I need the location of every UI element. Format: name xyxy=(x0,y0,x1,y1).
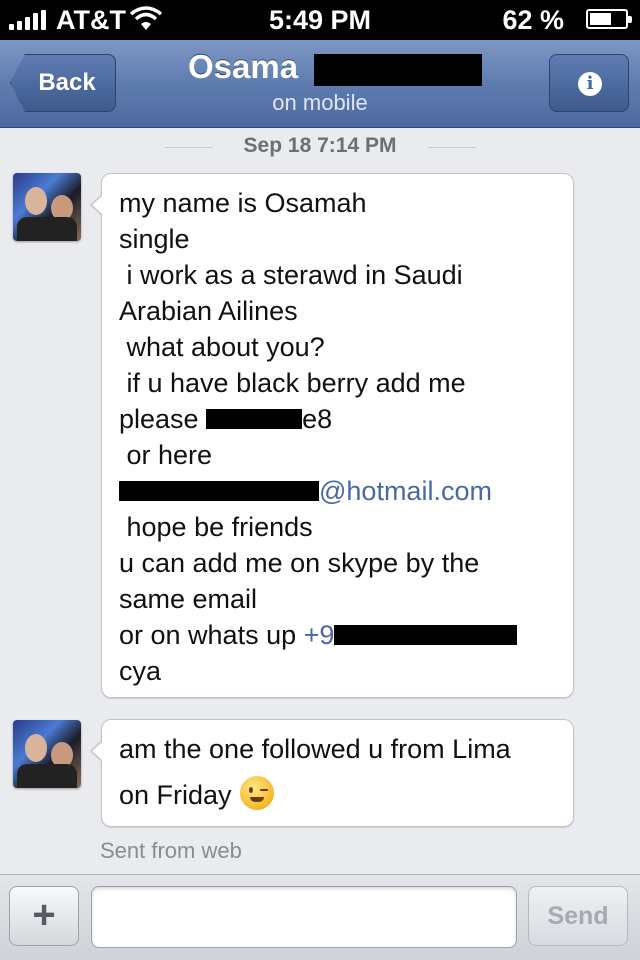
attach-button[interactable]: + xyxy=(9,886,79,946)
redaction-bar xyxy=(314,54,482,86)
message-text: e8 xyxy=(302,404,333,434)
status-bar: AT&T 5:49 PM 62 % xyxy=(0,0,640,40)
contact-name: Osama xyxy=(188,48,299,85)
message-line: on Friday xyxy=(119,776,274,811)
message-text: or on whats up xyxy=(119,620,304,650)
navigation-bar: Back Osama on mobile i xyxy=(0,40,640,128)
message-line: am the one followed u from Lima xyxy=(119,734,511,764)
message-line: or on whats up +9 xyxy=(119,620,518,651)
winking-face-icon xyxy=(239,776,274,810)
message-text: please xyxy=(119,404,207,434)
sender-avatar[interactable] xyxy=(13,173,81,241)
timestamp-divider: Sep 18 7:14 PM xyxy=(0,132,640,162)
message-line: i work as a sterawd in Saudi xyxy=(119,260,463,290)
message-text: on Friday xyxy=(119,780,232,810)
message-line: Arabian Ailines xyxy=(119,296,298,326)
message-line: if u have black berry add me xyxy=(119,368,466,398)
message-bubble: my name is Osamah single i work as a ste… xyxy=(90,173,574,698)
battery-percentage: 62 % xyxy=(502,5,564,35)
message-line: single xyxy=(119,224,190,254)
redacted-phone xyxy=(334,625,518,645)
message-line: same email xyxy=(119,584,258,614)
message-line: please e8 xyxy=(119,404,332,435)
info-button[interactable]: i xyxy=(549,54,629,112)
message-line: hope be friends xyxy=(119,512,313,542)
redacted-pin xyxy=(206,409,303,429)
redacted-email-user xyxy=(119,481,319,501)
message-input[interactable] xyxy=(91,886,517,948)
message-line: my name is Osamah xyxy=(119,188,367,218)
sent-from-label: Sent from web xyxy=(100,838,242,863)
message-line: cya xyxy=(119,656,162,686)
sender-avatar[interactable] xyxy=(13,720,81,788)
compose-bar: + Send xyxy=(0,874,640,960)
contact-status: on mobile xyxy=(272,90,368,115)
message-line: what about you? xyxy=(119,332,325,362)
send-button[interactable]: Send xyxy=(528,886,628,946)
message-line: u can add me on skype by the xyxy=(119,548,480,578)
message-bubble: am the one followed u from Lima on Frida… xyxy=(90,719,574,827)
message-line: @hotmail.com xyxy=(119,476,492,507)
email-link[interactable]: @hotmail.com xyxy=(319,476,492,506)
message-timestamp: Sep 18 7:14 PM xyxy=(243,134,397,157)
phone-link[interactable]: +9 xyxy=(304,620,335,650)
battery-icon xyxy=(586,9,632,29)
info-icon: i xyxy=(578,72,602,96)
message-line: or here xyxy=(119,440,213,470)
